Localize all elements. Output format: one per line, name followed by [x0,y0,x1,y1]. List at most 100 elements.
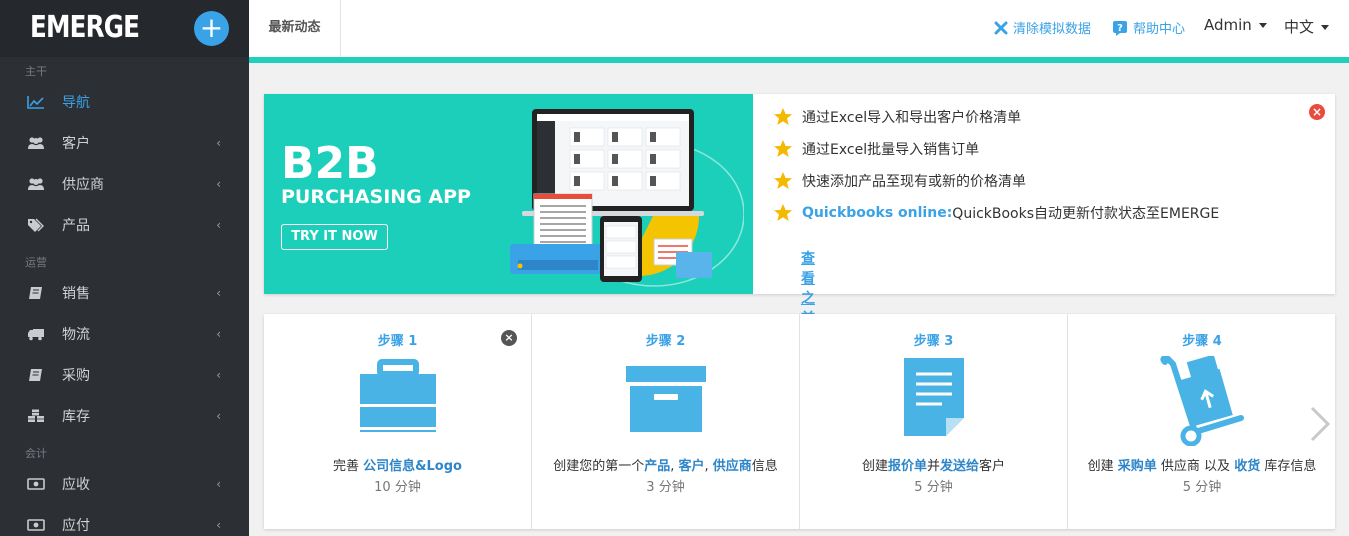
archive-box-icon [625,366,706,432]
caret-down-icon [1321,25,1330,30]
step-duration: 10 分钟 [374,480,421,495]
clear-demo-data-link[interactable]: 清除模拟数据 [994,18,1091,37]
quick-add-button[interactable]: + [194,11,229,46]
sidebar-item-inventory[interactable]: 库存 ‹ [0,396,249,436]
help-center-label: 帮助中心 [1133,22,1186,37]
step-link-text[interactable]: 供应商 [713,459,752,474]
step-description: 创建报价单并发送给客户 [800,455,1067,474]
app-logo[interactable]: EMERGE [30,10,140,45]
document-icon [903,358,964,436]
step-link-text[interactable]: 公司信息&Logo [363,459,462,474]
sidebar-item-sales[interactable]: 销售 ‹ [0,273,249,313]
update-text: 通过Excel批量导入销售订单 [802,142,980,158]
chevron-left-icon: ‹ [216,286,221,300]
sidebar-item-logistics[interactable]: 物流 ‹ [0,314,249,354]
step-description: 完善 公司信息&Logo [264,455,531,474]
caret-down-icon [1258,23,1267,28]
step-card[interactable]: 步骤 2 创建您的第一个产品, 客户, 供应商信息 3 分钟 [532,314,800,529]
try-it-now-button[interactable]: TRY IT NOW [281,224,388,250]
chevron-left-icon: ‹ [216,409,221,423]
sidebar-item-label: 应收 [62,477,90,493]
step-card[interactable]: 步骤 3 创建报价单并发送给客户 5 分钟 [800,314,1068,529]
sidebar-item-label: 销售 [62,286,90,302]
step-text: 客户 [979,459,1006,474]
step-description: 创建您的第一个产品, 客户, 供应商信息 [532,455,799,474]
clear-demo-data-label: 清除模拟数据 [1013,22,1092,37]
chevron-left-icon: ‹ [216,477,221,491]
update-text: QuickBooks自动更新付款状态至EMERGE [952,206,1220,222]
update-text: 快速添加产品至现有或新的价格清单 [802,174,1026,190]
sidebar: EMERGE + 主干 导航 客户 ‹ 供应商 ‹ 产品 ‹ 运营 销售 ‹ 物… [0,0,249,536]
step-duration: 5 分钟 [914,480,953,495]
money-icon [27,478,45,490]
step-link-text[interactable]: 收货 [1234,459,1260,474]
sidebar-item-label: 物流 [62,327,90,343]
sidebar-item-receivables[interactable]: 应收 ‹ [0,464,249,504]
svg-text:?: ? [1117,23,1123,34]
sidebar-item-label: 客户 [62,136,90,152]
sidebar-item-suppliers[interactable]: 供应商 ‹ [0,164,249,204]
step-duration: 5 分钟 [1182,480,1222,495]
step-text: 完善 [333,459,364,474]
sidebar-item-payables[interactable]: 应付 ‹ [0,505,249,536]
chevron-left-icon: ‹ [216,327,221,341]
close-icon [994,21,1008,34]
tab-recent-updates[interactable]: 最新动态 [249,0,341,57]
sidebar-item-customers[interactable]: 客户 ‹ [0,123,249,163]
sidebar-item-label: 库存 [62,409,90,425]
step-link-text[interactable]: 采购单 [1118,459,1157,474]
sidebar-item-label: 采购 [62,368,90,384]
step-text: 并 [926,459,940,474]
step-card[interactable]: 步骤 4 创建 采购单 供应商 以及 收货 库存信息 5 分钟 [1068,314,1336,529]
help-center-link[interactable]: ? 帮助中心 [1112,18,1185,37]
step-text: 供应商 以及 [1156,459,1235,474]
cubes-icon [28,409,44,422]
sidebar-item-products[interactable]: 产品 ‹ [0,205,249,245]
book-icon [29,287,42,299]
language-menu[interactable]: 中文 [1284,16,1330,37]
updates-banner: B2B PURCHASING APP TRY IT NOW 通过Excel导入和… [264,94,1335,387]
money-icon [27,519,45,531]
steps-close-button[interactable]: × [501,330,517,346]
help-icon: ? [1113,20,1127,36]
sidebar-item-purchasing[interactable]: 采购 ‹ [0,355,249,395]
ad-title: B2B [281,138,379,189]
step-card[interactable]: 步骤 1 × 完善 公司信息&Logo 10 分钟 [264,314,532,529]
user-menu[interactable]: Admin [1204,16,1267,34]
banner-close-button[interactable]: × [1309,104,1325,120]
chevron-left-icon: ‹ [216,218,221,232]
step-title: 步骤 4 [1182,334,1222,349]
step-text: 创建 [1087,459,1118,474]
step-link-text[interactable]: 产品 [644,459,670,474]
update-text: 通过Excel导入和导出客户价格清单 [802,110,1022,126]
chevron-left-icon: ‹ [216,368,221,382]
step-text: 信息 [751,459,778,474]
update-item: Quickbooks online: QuickBooks自动更新付款状态至EME… [773,202,1293,224]
star-icon [774,172,792,189]
topbar-accent-line [249,57,1349,63]
language-name: 中文 [1284,18,1315,36]
star-icon [774,140,792,157]
chevron-right-icon[interactable] [1309,406,1331,442]
step-link-text[interactable]: 客户 [678,459,704,474]
step-duration: 3 分钟 [646,480,685,495]
section-label-accounting: 会计 [25,447,47,460]
chevron-left-icon: ‹ [216,518,221,532]
sidebar-item-dashboard[interactable]: 导航 [0,82,249,122]
section-label-operations: 运营 [25,256,47,269]
chevron-left-icon: ‹ [216,177,221,191]
step-title: 步骤 2 [645,334,686,349]
chevron-left-icon: ‹ [216,136,221,150]
briefcase-icon [359,359,436,432]
step-link-text[interactable]: 报价单 [888,459,927,474]
book-icon [29,369,42,381]
step-text: , [704,459,713,474]
b2b-app-ad[interactable]: B2B PURCHASING APP TRY IT NOW [264,94,753,294]
top-bar: 最新动态 清除模拟数据 ? 帮助中心 Admin 中文 [249,0,1349,57]
step-link-text[interactable]: 发送给 [940,459,979,474]
app-devices-illustration [510,109,744,287]
star-icon [774,204,792,221]
sidebar-item-label: 供应商 [62,177,104,193]
user-name: Admin [1204,16,1252,34]
step-text: 创建您的第一个 [553,459,645,474]
